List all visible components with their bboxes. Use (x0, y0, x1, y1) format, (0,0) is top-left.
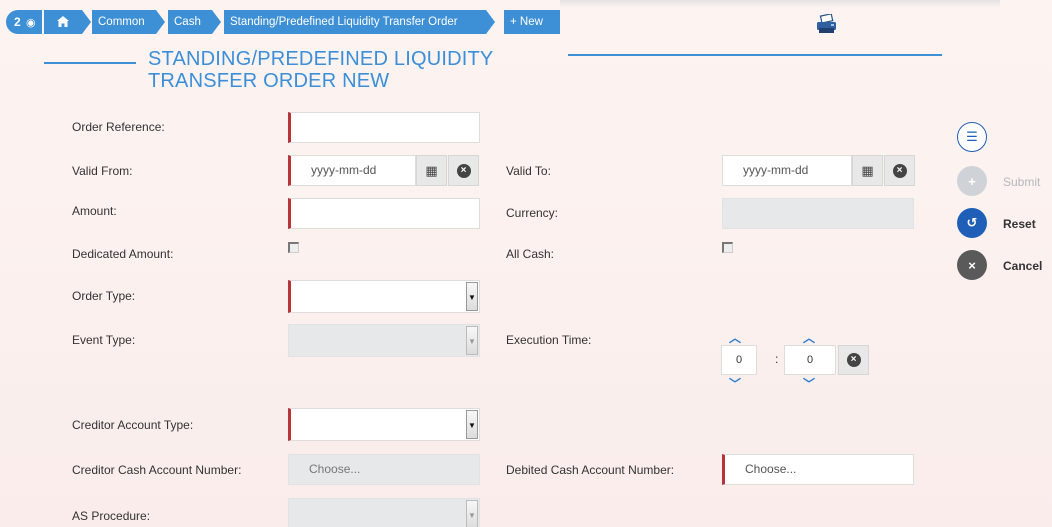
minutes-down-icon[interactable]: ﹀ (803, 378, 815, 390)
hours-up-icon[interactable]: ︿ (729, 332, 741, 344)
history-badge[interactable]: 2 ◉ (6, 10, 42, 34)
clear-icon: × (892, 163, 907, 178)
currency-input (722, 198, 914, 229)
execution-time-clear-button[interactable]: × (838, 345, 869, 375)
breadcrumb-label: Common (98, 16, 145, 28)
cancel-button[interactable]: × (957, 250, 987, 280)
title-rule-left (44, 62, 136, 64)
eye-icon: ◉ (26, 17, 36, 29)
close-icon: × (968, 257, 976, 273)
breadcrumb-arrow (486, 10, 495, 34)
clear-icon: × (456, 163, 471, 178)
breadcrumb-common[interactable]: Common (92, 10, 165, 34)
minutes-input[interactable]: 0 (784, 345, 836, 375)
dedicated-amount-checkbox[interactable] (288, 242, 299, 253)
chevron-down-icon: ▼ (466, 282, 478, 311)
chevron-down-icon: ▼ (466, 500, 478, 527)
home-icon (57, 16, 69, 27)
breadcrumb-label: Standing/Predefined Liquidity Transfer O… (230, 16, 458, 28)
valid-to-calendar-button[interactable]: ▦ (852, 155, 883, 186)
order-reference-input[interactable] (288, 112, 480, 143)
order-reference-label: Order Reference: (72, 120, 165, 134)
undo-icon: ↺ (966, 215, 978, 230)
breadcrumb-label: Cash (174, 16, 201, 28)
amount-input[interactable] (288, 198, 480, 229)
all-cash-checkbox[interactable] (722, 242, 733, 253)
calendar-icon: ▦ (425, 162, 438, 178)
submit-button[interactable]: + (957, 166, 987, 196)
reset-button[interactable]: ↺ (957, 208, 987, 238)
as-procedure-label: AS Procedure: (72, 509, 151, 523)
valid-from-input[interactable]: yyyy-mm-dd (288, 155, 416, 186)
list-button[interactable]: ☰ (957, 122, 987, 152)
time-separator: : (775, 352, 779, 366)
reset-label: Reset (1003, 217, 1036, 231)
all-cash-label: All Cash: (506, 247, 555, 261)
order-type-label: Order Type: (72, 289, 136, 303)
valid-from-label: Valid From: (72, 164, 133, 178)
page-title-line2: TRANSFER ORDER NEW (148, 70, 390, 92)
creditor-cash-account-label: Creditor Cash Account Number: (72, 463, 242, 477)
printer-icon[interactable] (816, 14, 838, 34)
as-procedure-select: ▼ (288, 498, 480, 527)
order-type-select[interactable]: ▼ (288, 280, 480, 313)
event-type-label: Event Type: (72, 333, 136, 347)
breadcrumb-home[interactable] (44, 10, 91, 34)
chevron-down-icon: ▼ (466, 326, 478, 355)
valid-to-clear-button[interactable]: × (884, 155, 915, 186)
debited-cash-account-input[interactable]: Choose... (722, 454, 914, 485)
history-count: 2 (14, 15, 21, 29)
clear-icon: × (846, 353, 861, 367)
list-icon: ☰ (966, 129, 978, 144)
creditor-account-type-select[interactable]: ▼ (288, 408, 480, 441)
calendar-icon: ▦ (861, 162, 874, 178)
valid-from-calendar-button[interactable]: ▦ (416, 155, 447, 186)
header-shadow (560, 0, 1000, 8)
valid-to-input[interactable]: yyyy-mm-dd (722, 155, 852, 186)
hours-down-icon[interactable]: ﹀ (729, 378, 741, 390)
cancel-label: Cancel (1003, 259, 1043, 273)
execution-time-label: Execution Time: (506, 333, 592, 347)
valid-to-label: Valid To: (506, 164, 551, 178)
debited-cash-account-label: Debited Cash Account Number: (506, 463, 675, 477)
page-title-line1: STANDING/PREDEFINED LIQUIDITY (148, 48, 494, 70)
creditor-cash-account-input: Choose... (288, 454, 480, 485)
plus-icon: + (968, 173, 976, 189)
minutes-up-icon[interactable]: ︿ (803, 332, 815, 344)
dedicated-amount-label: Dedicated Amount: (72, 247, 174, 261)
valid-from-clear-button[interactable]: × (448, 155, 479, 186)
breadcrumb-label: + New (510, 16, 543, 28)
amount-label: Amount: (72, 204, 117, 218)
chevron-down-icon: ▼ (466, 410, 478, 439)
breadcrumb-cash[interactable]: Cash (168, 10, 221, 34)
currency-label: Currency: (506, 206, 559, 220)
breadcrumb-standing-order[interactable]: Standing/Predefined Liquidity Transfer O… (224, 10, 486, 34)
breadcrumb: 2 ◉ Common Cash Standing/Predefined Liqu… (0, 0, 1052, 40)
breadcrumb-new[interactable]: + New (504, 10, 560, 34)
page-title: STANDING/PREDEFINED LIQUIDITY TRANSFER O… (148, 48, 568, 92)
creditor-account-type-label: Creditor Account Type: (72, 418, 194, 432)
hours-input[interactable]: 0 (721, 345, 757, 375)
submit-label: Submit (1003, 175, 1041, 189)
title-rule-right (568, 54, 942, 56)
event-type-select: ▼ (288, 324, 480, 357)
